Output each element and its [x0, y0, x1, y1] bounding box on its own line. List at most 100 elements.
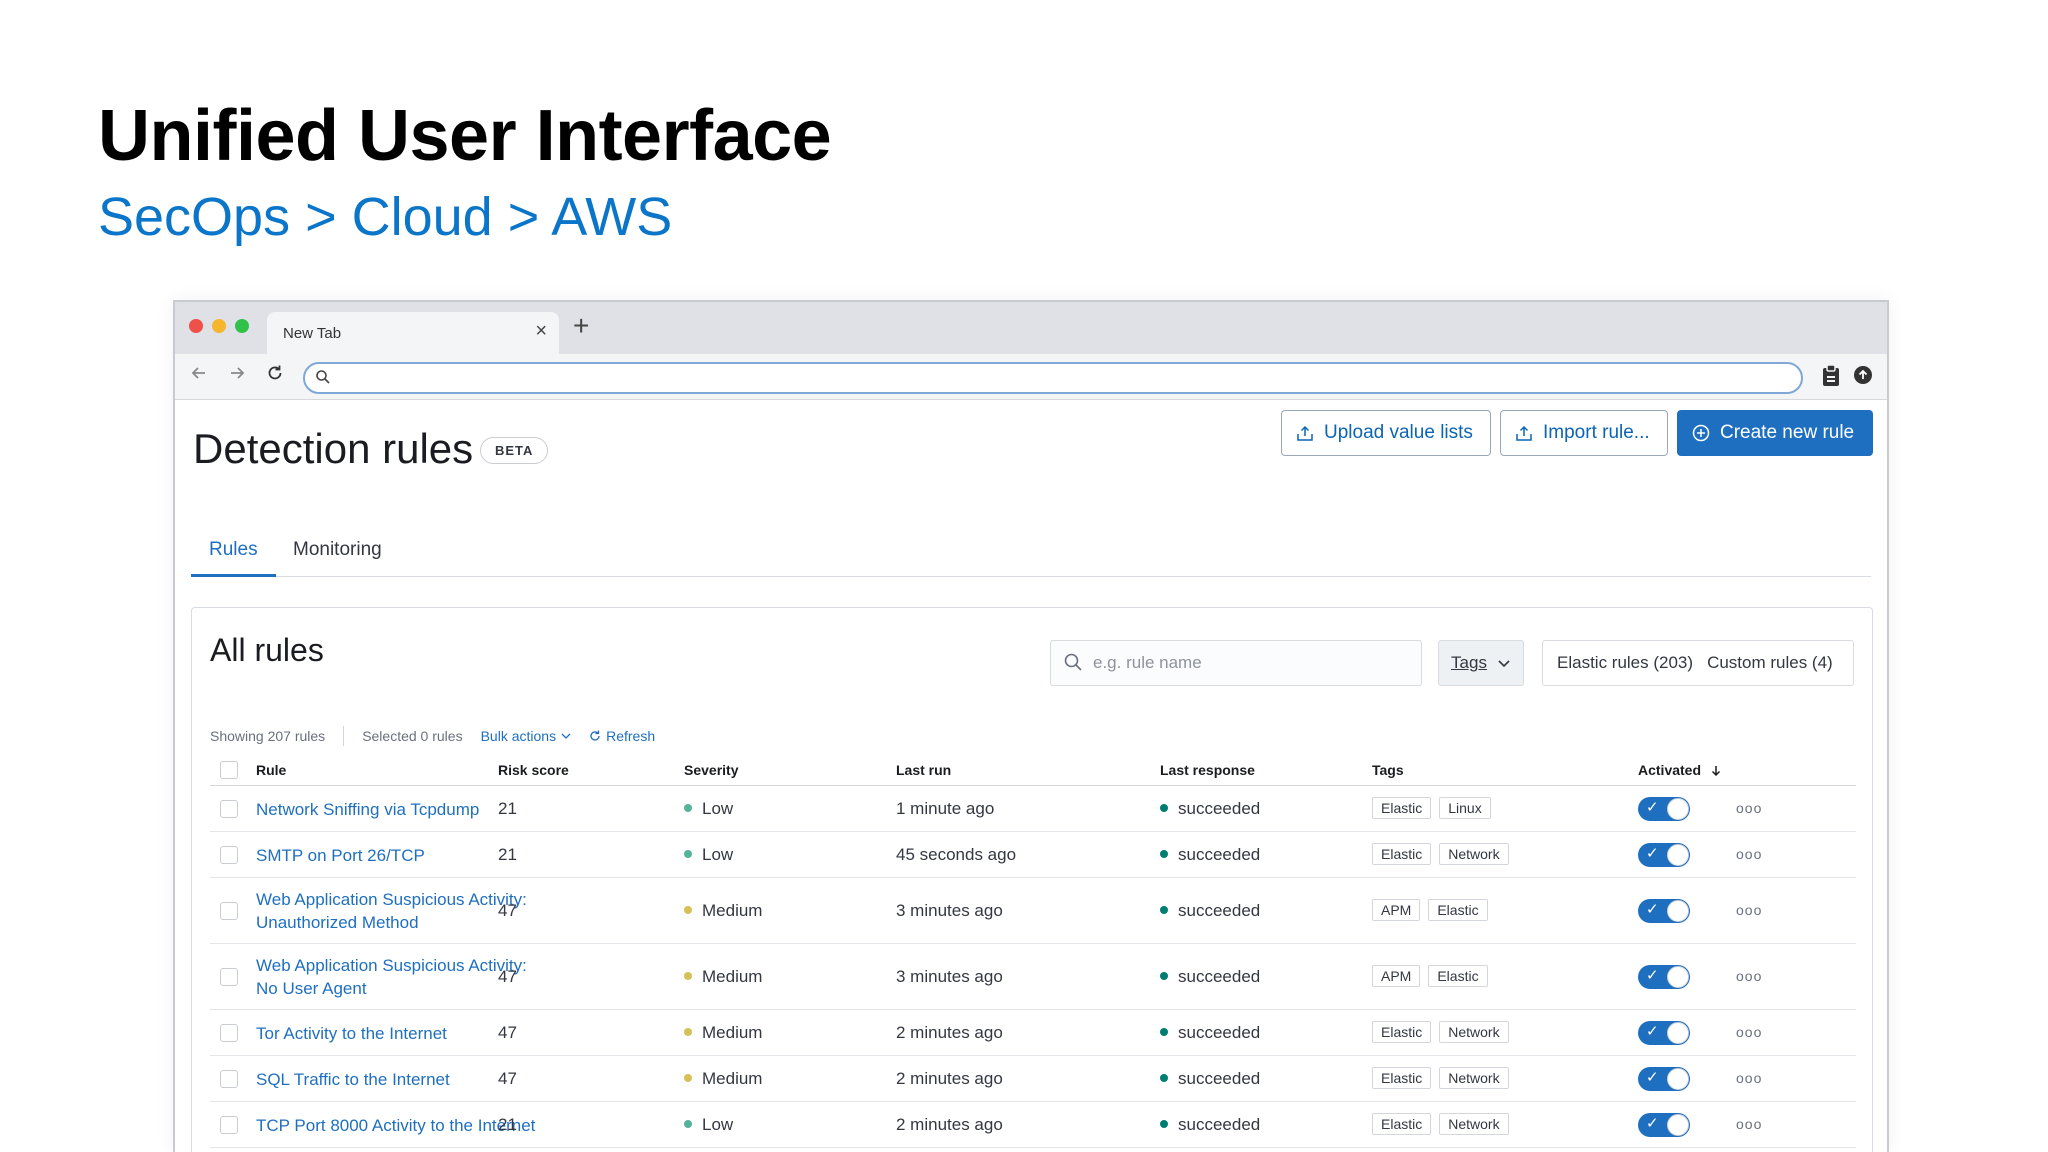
- severity-cell: Medium: [684, 1023, 762, 1043]
- chevron-down-icon: [1498, 660, 1510, 668]
- rule-name-link[interactable]: SQL Traffic to the Internet: [256, 1068, 450, 1091]
- rule-name-line2: No User Agent: [256, 979, 367, 998]
- column-header-last-response[interactable]: Last response: [1160, 762, 1255, 778]
- tag-badge[interactable]: Elastic: [1372, 797, 1432, 819]
- browser-tab[interactable]: New Tab ×: [267, 312, 559, 354]
- column-header-tags[interactable]: Tags: [1372, 762, 1404, 778]
- last-run: 2 minutes ago: [896, 1023, 1003, 1042]
- activated-toggle[interactable]: ✓: [1638, 843, 1690, 867]
- tag-badge[interactable]: Elastic: [1428, 899, 1488, 921]
- more-actions-icon[interactable]: ooo: [1736, 1070, 1762, 1086]
- severity-label: Low: [702, 845, 734, 864]
- column-header-activated[interactable]: Activated: [1638, 762, 1723, 778]
- rule-name-link[interactable]: TCP Port 8000 Activity to the Internet: [256, 1114, 535, 1137]
- upload-value-lists-label: Upload value lists: [1324, 422, 1473, 443]
- checkmark-icon: ✓: [1646, 967, 1659, 984]
- tag-badge[interactable]: Elastic: [1372, 1113, 1432, 1135]
- checkmark-icon: ✓: [1646, 799, 1659, 816]
- last-response-label: succeeded: [1178, 1115, 1261, 1134]
- tags-filter-button[interactable]: Tags: [1438, 640, 1524, 686]
- maximize-window-dot[interactable]: [235, 319, 249, 333]
- column-header-risk-score[interactable]: Risk score: [498, 762, 569, 778]
- upload-circle-icon[interactable]: [1852, 364, 1874, 391]
- rule-name-link[interactable]: Web Application Suspicious Activity: No …: [256, 954, 527, 1000]
- tag-badge[interactable]: Linux: [1439, 797, 1491, 819]
- tab-monitoring[interactable]: Monitoring: [275, 535, 400, 577]
- row-checkbox[interactable]: [220, 846, 238, 864]
- tab-rules[interactable]: Rules: [191, 535, 276, 577]
- new-tab-icon[interactable]: +: [573, 312, 589, 340]
- tag-badge[interactable]: Network: [1439, 843, 1509, 865]
- column-header-last-run[interactable]: Last run: [896, 762, 951, 778]
- rule-name-link[interactable]: Web Application Suspicious Activity: Una…: [256, 888, 527, 934]
- activated-toggle[interactable]: ✓: [1638, 965, 1690, 989]
- tag-badge[interactable]: Elastic: [1428, 965, 1488, 987]
- more-actions-icon[interactable]: ooo: [1736, 902, 1762, 918]
- tag-badge[interactable]: Elastic: [1372, 1021, 1432, 1043]
- upload-value-lists-button[interactable]: Upload value lists: [1281, 410, 1491, 456]
- status-dot-icon: [1160, 849, 1168, 858]
- activated-toggle[interactable]: ✓: [1638, 899, 1690, 923]
- last-response-label: succeeded: [1178, 799, 1261, 818]
- row-checkbox[interactable]: [220, 968, 238, 986]
- rule-name-line2: Unauthorized Method: [256, 913, 419, 932]
- rule-type-filters: Elastic rules (203) Custom rules (4): [1542, 640, 1854, 686]
- tag-badge[interactable]: Elastic: [1372, 843, 1432, 865]
- create-new-rule-label: Create new rule: [1720, 422, 1855, 443]
- tag-badge[interactable]: APM: [1372, 965, 1421, 987]
- rule-name-link[interactable]: SMTP on Port 26/TCP: [256, 844, 425, 867]
- more-actions-icon[interactable]: ooo: [1736, 968, 1762, 984]
- back-arrow-icon[interactable]: [189, 363, 209, 387]
- rule-name-link[interactable]: Tor Activity to the Internet: [256, 1022, 447, 1045]
- forward-arrow-icon[interactable]: [227, 363, 247, 387]
- tag-badge[interactable]: Network: [1439, 1021, 1509, 1043]
- close-window-dot[interactable]: [189, 319, 203, 333]
- close-icon[interactable]: ×: [535, 321, 547, 341]
- custom-rules-filter[interactable]: Custom rules (4): [1693, 653, 1833, 673]
- row-checkbox[interactable]: [220, 902, 238, 920]
- select-all-checkbox[interactable]: [220, 761, 238, 779]
- slide-title: Unified User Interface: [98, 96, 832, 176]
- refresh-button[interactable]: Refresh: [589, 728, 655, 744]
- elastic-rules-filter[interactable]: Elastic rules (203): [1543, 653, 1693, 673]
- clipboard-icon[interactable]: [1820, 364, 1842, 393]
- rule-name-link[interactable]: Network Sniffing via Tcpdump: [256, 798, 479, 821]
- tag-badge[interactable]: Elastic: [1372, 1067, 1432, 1089]
- toggle-knob: [1667, 1022, 1689, 1044]
- status-dot-icon: [1160, 971, 1168, 980]
- chevron-down-icon: [561, 733, 571, 739]
- reload-icon[interactable]: [265, 363, 285, 387]
- row-checkbox[interactable]: [220, 800, 238, 818]
- activated-toggle[interactable]: ✓: [1638, 1113, 1690, 1137]
- column-header-severity[interactable]: Severity: [684, 762, 738, 778]
- severity-dot-icon: [684, 1073, 692, 1082]
- row-checkbox[interactable]: [220, 1116, 238, 1134]
- severity-dot-icon: [684, 1027, 692, 1036]
- activated-toggle[interactable]: ✓: [1638, 1021, 1690, 1045]
- tags-cell: Elastic Network: [1372, 843, 1517, 865]
- table-meta-bar: Showing 207 rules Selected 0 rules Bulk …: [210, 725, 655, 747]
- create-new-rule-button[interactable]: Create new rule: [1677, 410, 1873, 456]
- bulk-actions-button[interactable]: Bulk actions: [481, 728, 571, 744]
- column-header-rule[interactable]: Rule: [256, 762, 286, 778]
- rule-search[interactable]: [1050, 640, 1422, 686]
- row-checkbox[interactable]: [220, 1070, 238, 1088]
- import-rule-button[interactable]: Import rule...: [1500, 410, 1668, 456]
- table-header: Rule Risk score Severity Last run Last r…: [210, 756, 1856, 786]
- divider: [343, 726, 345, 746]
- tag-badge[interactable]: APM: [1372, 899, 1421, 921]
- last-run: 45 seconds ago: [896, 845, 1017, 864]
- row-checkbox[interactable]: [220, 1024, 238, 1042]
- more-actions-icon[interactable]: ooo: [1736, 1024, 1762, 1040]
- address-bar[interactable]: [303, 362, 1803, 394]
- tag-badge[interactable]: Network: [1439, 1113, 1509, 1135]
- more-actions-icon[interactable]: ooo: [1736, 1116, 1762, 1132]
- minimize-window-dot[interactable]: [212, 319, 226, 333]
- activated-toggle[interactable]: ✓: [1638, 797, 1690, 821]
- more-actions-icon[interactable]: ooo: [1736, 800, 1762, 816]
- more-actions-icon[interactable]: ooo: [1736, 846, 1762, 862]
- severity-cell: Low: [684, 1115, 733, 1135]
- activated-toggle[interactable]: ✓: [1638, 1067, 1690, 1091]
- search-input[interactable]: [1093, 653, 1403, 673]
- tag-badge[interactable]: Network: [1439, 1067, 1509, 1089]
